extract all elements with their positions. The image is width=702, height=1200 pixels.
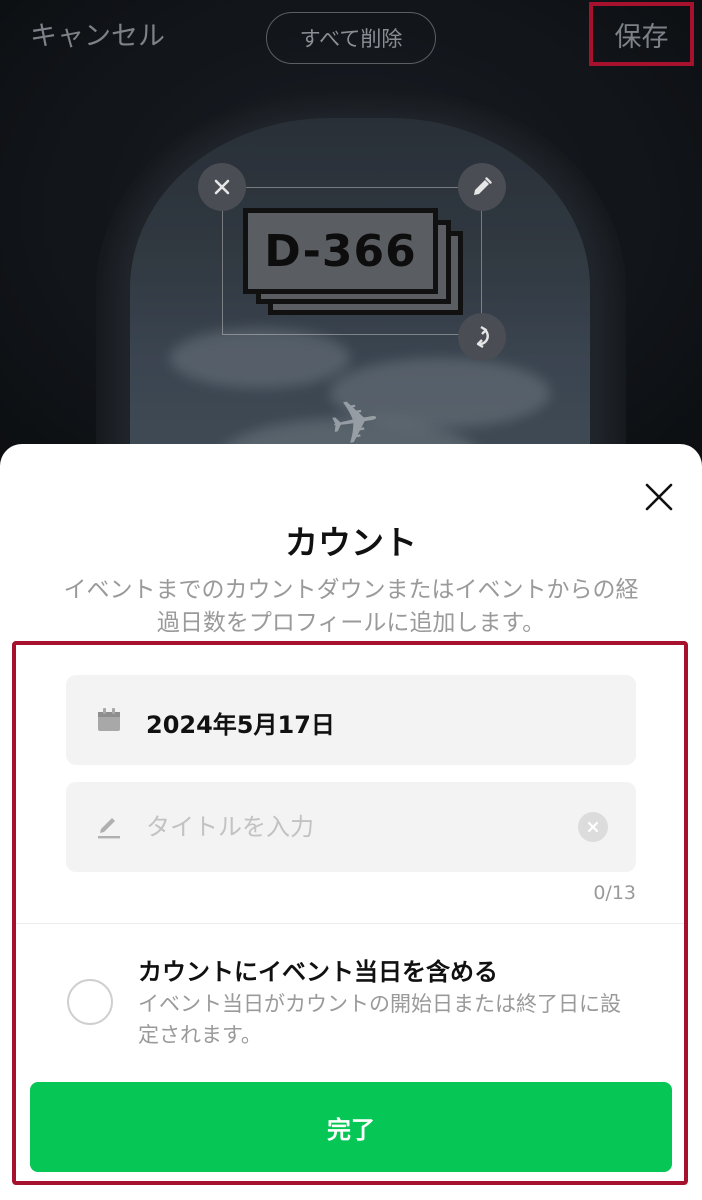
top-bar: キャンセル すべて削除 保存 bbox=[0, 0, 702, 72]
include-event-day-radio[interactable] bbox=[67, 979, 113, 1025]
date-value: 2024年5月17日 bbox=[146, 711, 335, 739]
clear-input-button[interactable] bbox=[578, 812, 608, 842]
clear-all-button[interactable]: すべて削除 bbox=[266, 12, 436, 64]
character-count: 0/13 bbox=[593, 882, 636, 904]
divider bbox=[16, 923, 684, 924]
pencil-icon bbox=[98, 818, 120, 839]
close-icon bbox=[214, 179, 230, 195]
title-field bbox=[66, 782, 636, 872]
include-event-day-label[interactable]: カウントにイベント当日を含める bbox=[138, 952, 498, 987]
cancel-button[interactable]: キャンセル bbox=[30, 14, 165, 53]
sticker-delete-button[interactable] bbox=[198, 163, 246, 211]
close-icon bbox=[645, 483, 673, 511]
countdown-sheet: カウント イベントまでのカウントダウンまたはイベントからの経過日数をプロフィール… bbox=[0, 444, 702, 1200]
include-event-day-description: イベント当日がカウントの開始日または終了日に設定されます。 bbox=[138, 992, 621, 1047]
pencil-icon bbox=[474, 177, 492, 195]
calendar-icon bbox=[98, 708, 120, 731]
date-field[interactable]: 2024年5月17日 bbox=[66, 675, 636, 765]
sheet-description: イベントまでのカウントダウンまたはイベントからの経過日数をプロフィールに追加しま… bbox=[63, 577, 639, 636]
sticker-rotate-button[interactable] bbox=[458, 313, 506, 361]
sticker-edit-button[interactable] bbox=[458, 163, 506, 211]
save-button[interactable]: 保存 bbox=[589, 2, 694, 66]
rotate-icon bbox=[476, 325, 489, 349]
sheet-title: カウント bbox=[285, 523, 417, 562]
sticker-label: D-366 bbox=[264, 225, 417, 277]
sheet-close-button[interactable] bbox=[636, 474, 682, 520]
close-icon bbox=[587, 821, 599, 833]
done-button[interactable]: 完了 bbox=[30, 1082, 672, 1172]
countdown-sticker[interactable]: D-366 bbox=[243, 208, 438, 294]
title-input[interactable] bbox=[146, 802, 566, 852]
